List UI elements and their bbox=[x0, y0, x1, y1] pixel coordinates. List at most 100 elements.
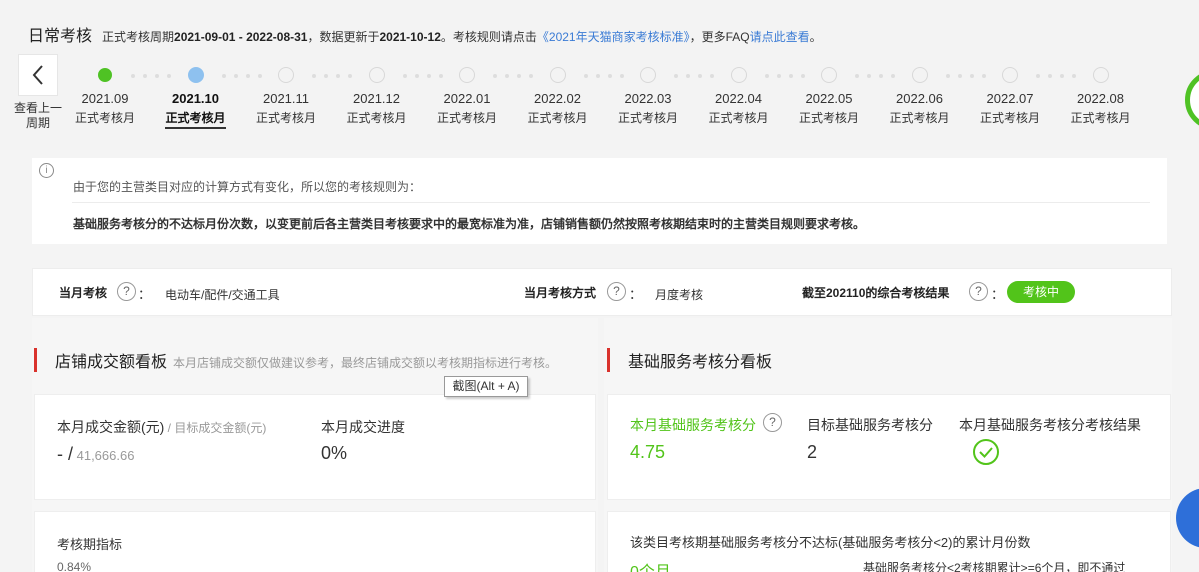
help-icon[interactable]: ? bbox=[117, 282, 136, 301]
timeline-month[interactable]: 2021.09 正式考核月 bbox=[65, 91, 145, 126]
help-icon[interactable]: ? bbox=[607, 282, 626, 301]
timeline-connector-dot bbox=[167, 74, 171, 78]
timeline-connector-dot bbox=[493, 74, 497, 78]
timeline-connector-dot bbox=[257, 74, 262, 78]
timeline-node-pending[interactable] bbox=[821, 67, 837, 83]
month-label: 2022.07 bbox=[986, 91, 1034, 106]
rule-notice: i 由于您的主营类目对应的计算方式有变化，所以您的考核规则为： 基础服务考核分的… bbox=[32, 158, 1167, 244]
timeline-connector-dot bbox=[764, 74, 769, 78]
timeline-month[interactable]: 2022.08 正式考核月 bbox=[1061, 91, 1141, 126]
timeline-connector-dot bbox=[595, 74, 600, 78]
timeline-connector-dot bbox=[233, 74, 238, 78]
service-score-board: 基础服务考核分看板 本月基础服务考核分 ? 4.75 目标基础服务考核分 2 本… bbox=[604, 318, 1172, 572]
period-value: 2021-09-01 - 2022-08-31 bbox=[174, 30, 308, 44]
timeline-month[interactable]: 2022.03 正式考核月 bbox=[608, 91, 688, 126]
timeline-month[interactable]: 2021.10 正式考核月 bbox=[156, 91, 236, 129]
score-value: 4.75 bbox=[630, 442, 666, 462]
cumulative-card: 该类目考核期基础服务考核分不达标(基础服务考核分<2)的累计月份数 0个月 基础… bbox=[607, 511, 1171, 572]
chevron-left-icon bbox=[32, 65, 43, 85]
timeline-node-pending[interactable] bbox=[278, 67, 294, 83]
timeline-node-pending[interactable] bbox=[459, 67, 475, 83]
timeline-connector-dot bbox=[438, 74, 443, 78]
status-badge: 考核中 bbox=[1007, 281, 1075, 303]
score-card: 本月基础服务考核分 ? 4.75 目标基础服务考核分 2 本月基础服务考核分考核… bbox=[607, 394, 1171, 500]
timeline-node-pending[interactable] bbox=[730, 67, 747, 83]
timeline-connector-dot bbox=[402, 74, 407, 78]
timeline-connector-dot bbox=[619, 74, 624, 78]
timeline-month[interactable]: 2022.07 正式考核月 bbox=[970, 91, 1050, 126]
timeline-connector-dot bbox=[336, 74, 340, 78]
info-icon: i bbox=[39, 163, 54, 178]
timeline-month[interactable]: 2022.01 正式考核月 bbox=[427, 91, 507, 126]
timeline-month[interactable]: 2022.04 正式考核月 bbox=[699, 91, 779, 126]
timeline-node-done[interactable] bbox=[98, 68, 112, 82]
page-title: 日常考核 bbox=[28, 28, 93, 45]
timeline-connector-dot bbox=[1072, 74, 1076, 78]
timeline-connector-dot bbox=[957, 74, 962, 78]
timeline-node-pending[interactable] bbox=[911, 67, 928, 83]
notice-rule: 基础服务考核分的不达标月份次数，以变更前后各主营类目考核要求中的最宽标准为准，店… bbox=[73, 217, 866, 231]
prev-period-button[interactable] bbox=[18, 54, 58, 96]
timeline-connector-dot bbox=[143, 74, 147, 78]
cumulative-value: 0个月 bbox=[630, 558, 671, 572]
month-sublabel: 正式考核月 bbox=[1070, 111, 1131, 125]
month-label: 2022.05 bbox=[805, 91, 853, 106]
timeline-connector-dot bbox=[788, 74, 793, 78]
month-label: 2021.11 bbox=[262, 91, 310, 106]
timeline-connector-dot bbox=[414, 74, 419, 78]
timeline-month[interactable]: 2021.11 正式考核月 bbox=[246, 91, 326, 126]
cumulative-note: 基础服务考核分<2考核期累计>=6个月，即不通过 bbox=[863, 561, 1126, 572]
timeline-node-pending[interactable] bbox=[640, 67, 656, 83]
timeline-connector-dot bbox=[529, 74, 533, 78]
timeline-connector-dot bbox=[517, 74, 521, 78]
timeline-connector-dot bbox=[776, 74, 781, 78]
month-assess-value: 电动车/配件/交通工具 bbox=[165, 288, 280, 302]
rule-link[interactable]: 《2021年天猫商家考核标准》 bbox=[537, 30, 690, 44]
month-label: 2021.12 bbox=[353, 91, 400, 106]
floating-action-button[interactable] bbox=[1176, 488, 1199, 548]
month-sublabel: 正式考核月 bbox=[527, 111, 588, 125]
method-value: 月度考核 bbox=[655, 288, 704, 302]
check-circle-icon bbox=[973, 439, 999, 465]
timeline-connector-dot bbox=[800, 74, 805, 78]
faq-link[interactable]: 请点此查看 bbox=[750, 30, 810, 44]
month-assess-label: 当月考核 bbox=[59, 286, 108, 300]
timeline-node-pending[interactable] bbox=[549, 67, 566, 83]
help-icon[interactable]: ? bbox=[969, 282, 988, 301]
timeline-node-pending[interactable] bbox=[1002, 67, 1018, 83]
progress-value: 0% bbox=[321, 443, 348, 463]
month-sublabel: 正式考核月 bbox=[346, 111, 407, 125]
period-value: 0.84% bbox=[57, 560, 92, 572]
month-sublabel: 正式考核月 bbox=[889, 111, 950, 125]
timeline-month[interactable]: 2022.06 正式考核月 bbox=[880, 91, 960, 126]
month-sublabel: 正式考核月 bbox=[798, 111, 859, 125]
screenshot-tooltip: 截图(Alt + A) bbox=[444, 376, 528, 397]
timeline-node-pending[interactable] bbox=[368, 67, 385, 83]
turnover-card: 本月成交金额(元) / 目标成交金额(元) - / 41,666.66 本月成交… bbox=[34, 394, 596, 500]
timeline-connector-dot bbox=[855, 74, 859, 78]
timeline-node-current[interactable] bbox=[187, 67, 204, 83]
month-sublabel: 正式考核月 bbox=[617, 111, 678, 125]
timeline-connector-dot bbox=[674, 74, 678, 78]
prev-period-label[interactable]: 查看上一周期 bbox=[12, 101, 64, 131]
timeline-connector-dot bbox=[426, 74, 431, 78]
notice-divider bbox=[72, 202, 1150, 203]
timeline-connector-dot bbox=[607, 74, 612, 78]
timeline-month[interactable]: 2022.05 正式考核月 bbox=[789, 91, 869, 126]
timeline-month[interactable]: 2021.12 正式考核月 bbox=[337, 91, 417, 126]
month-label: 2022.01 bbox=[443, 91, 491, 106]
amount-label: 本月成交金额(元) / 目标成交金额(元) bbox=[57, 419, 267, 435]
timeline-connector-dot bbox=[891, 74, 895, 78]
score-result-label: 本月基础服务考核分考核结果 bbox=[959, 417, 1141, 433]
notice-text: 由于您的主营类目对应的计算方式有变化，所以您的考核规则为： bbox=[73, 180, 422, 194]
timeline-month[interactable]: 2022.02 正式考核月 bbox=[518, 91, 598, 126]
timeline-connector-dot bbox=[505, 74, 509, 78]
month-label: 2022.08 bbox=[1077, 91, 1124, 106]
score-label: 本月基础服务考核分 bbox=[630, 417, 756, 433]
month-label: 2021.10 bbox=[172, 91, 219, 106]
cumulative-label: 该类目考核期基础服务考核分不达标(基础服务考核分<2)的累计月份数 bbox=[630, 535, 1031, 550]
timeline-node-pending[interactable] bbox=[1092, 67, 1109, 83]
progress-label: 本月成交进度 bbox=[321, 419, 405, 435]
help-icon[interactable]: ? bbox=[763, 413, 782, 432]
month-sublabel: 正式考核月 bbox=[74, 111, 135, 125]
